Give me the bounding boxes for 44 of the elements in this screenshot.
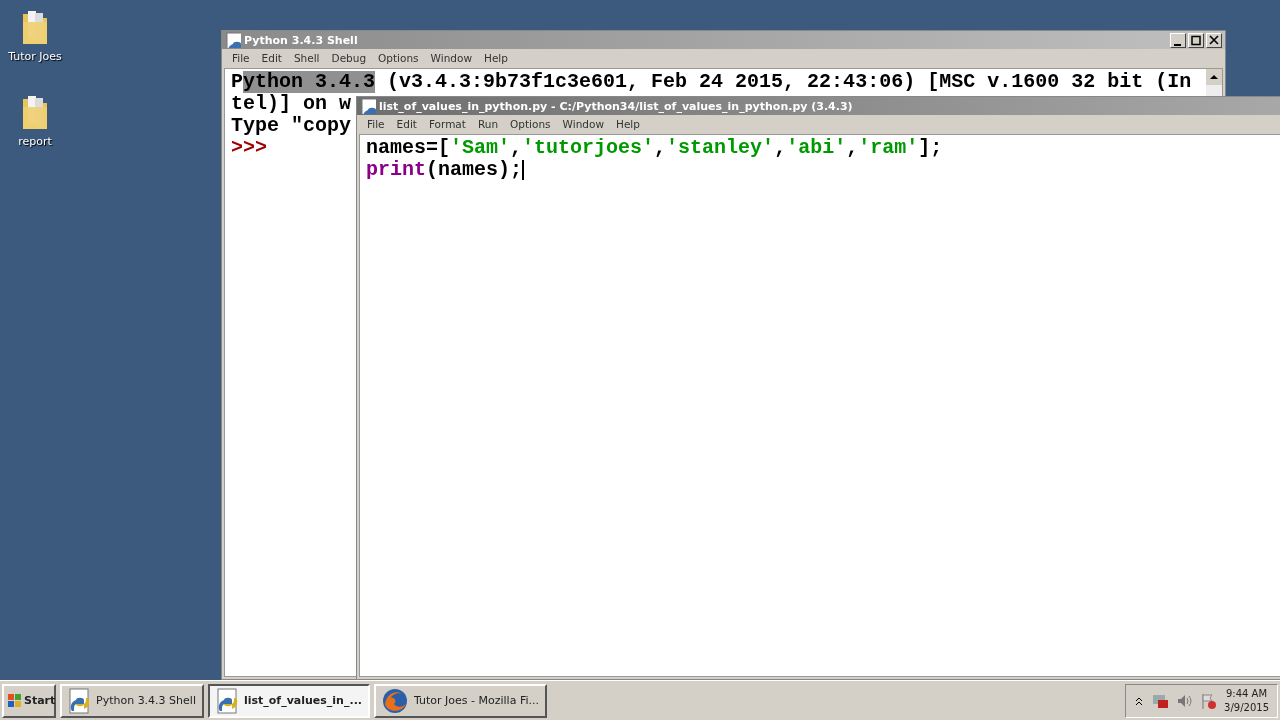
menu-item[interactable]: File [361,117,391,130]
flag-icon [1200,692,1217,709]
shell-output-line: tel)] on w [231,93,352,115]
windows-logo-icon [7,692,22,709]
close-icon[interactable] [1206,32,1222,48]
python-file-icon [68,687,90,714]
taskbar-button[interactable]: Tutor Joes - Mozilla Fi... [374,683,547,718]
taskbar-button[interactable]: Python 3.4.3 Shell [60,683,204,718]
python-file-icon [225,32,241,48]
network-icon [1152,692,1169,709]
window-title: Python 3.4.3 Shell [244,33,359,47]
python-file-icon [360,98,376,114]
window-title: list_of_values_in_python.py - C:/Python34/list_of_values_in_python.py (3.4.3) [379,99,854,113]
clock-date[interactable]: 3/9/2015 [1224,700,1269,715]
code-line: print(names); [366,159,525,181]
menu-item[interactable]: File [226,51,256,64]
menu-item[interactable]: Help [610,117,646,130]
prompt: >>> [231,137,267,159]
maximize-icon[interactable] [1188,32,1204,48]
menu-item[interactable]: Edit [255,51,288,64]
globe-icon [382,687,408,714]
menu-item[interactable]: Window [424,51,478,64]
title-bar[interactable]: list_of_values_in_python.py - C:/Python34/list_of_values_in_python.py (3.4.3) [357,97,1280,115]
menu-item[interactable]: Shell [287,51,326,64]
icon-label[interactable]: Tutor Joes [8,50,62,63]
menu-item[interactable]: Debug [325,51,373,64]
minimize-icon[interactable] [1170,32,1186,48]
menu-item[interactable]: Format [422,117,472,130]
folder-icon [20,93,50,131]
icon-label[interactable]: report [18,135,52,148]
taskbar-button[interactable]: list_of_values_in_... [207,683,370,718]
shell-output-line: Type "copy [231,115,352,137]
code-line: names=['Sam','tutorjoes','stanley','abi','ram']; [366,137,943,159]
folder-icon [20,8,50,46]
menu-item[interactable]: Help [478,51,514,64]
menu-item[interactable]: Window [556,117,610,130]
scroll-up-icon[interactable] [1206,69,1222,85]
menu-item[interactable]: Options [372,51,425,64]
clock-time[interactable]: 9:44 AM [1226,686,1268,701]
python-file-icon [215,687,238,714]
menu-item[interactable]: Edit [390,117,423,130]
menu-item[interactable]: Run [471,117,505,130]
shell-output-line: Python 3.4.3 (v3.4.3:9b73f1c3e601, Feb 24 2015, 22:43:06) [MSC v.1600 32 bit (In [231,71,1192,93]
menu-item[interactable]: Options [504,117,557,130]
